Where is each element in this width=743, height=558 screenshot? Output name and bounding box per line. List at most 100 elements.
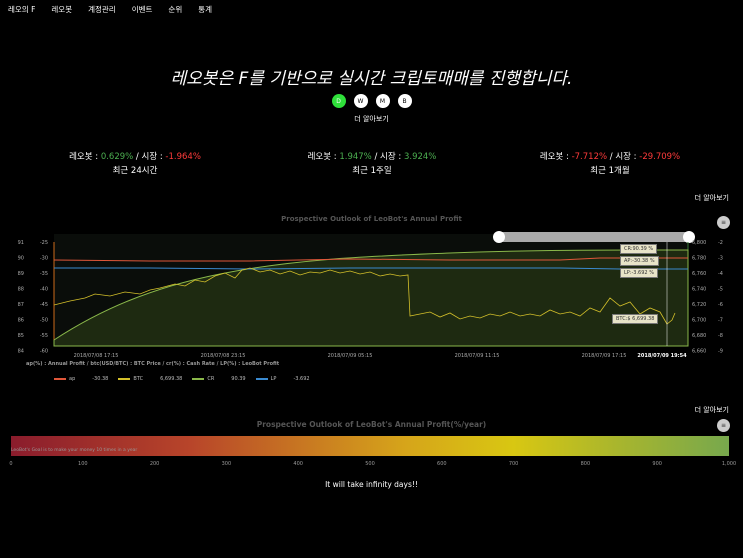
nav-item-4[interactable]: 순위 [160, 0, 190, 18]
y-axis-left2: -25 -30 -35 -40 -45 -50 -55 -60 [40, 240, 48, 355]
tick-label: -8 [718, 333, 723, 339]
more-link-top[interactable]: 더 알아보기 [0, 114, 743, 124]
tick-label: 88 [18, 287, 24, 293]
chart2-x-axis: 0 100 200 300 400 500 600 700 800 900 1,000 [0, 461, 743, 471]
legend-swatch [192, 378, 205, 380]
period-toggle-d[interactable]: D [331, 94, 346, 108]
legend-item-lp[interactable]: LP -3.692 [255, 376, 310, 382]
tick-label: 6,720 [692, 302, 706, 308]
period-toggle-w[interactable]: W [353, 94, 368, 108]
period-toggle-b[interactable]: B [397, 94, 412, 108]
x-tick-label: 900 [652, 461, 662, 467]
cursor-label: 2018/07/09 19:54 [637, 353, 687, 359]
y-axis-left1: 91 90 89 88 87 86 85 84 [18, 240, 24, 355]
x-tick-label: 800 [580, 461, 591, 467]
x-tick-label: 200 [149, 461, 160, 467]
nav-item-5[interactable]: 통계 [190, 0, 220, 18]
tick-label: -50 [40, 318, 48, 324]
tick-label: 6,800 [692, 240, 706, 246]
x-tick-label: 600 [437, 461, 447, 467]
tick-label: 85 [18, 333, 24, 339]
tick-label: -3 [718, 256, 723, 262]
bot-value: -7.712% [571, 152, 608, 162]
tick-label: 91 [18, 240, 24, 246]
tooltip-cr: CR:90.39 % [620, 244, 658, 254]
legend-value: -30.38 [92, 376, 109, 382]
x-tick-label: 2018/07/09 11:15 [455, 353, 500, 359]
tick-label: 6,660 [692, 349, 706, 355]
legend-swatch [255, 378, 268, 380]
market-value: 3.924% [403, 152, 437, 162]
tick-label: 6,780 [692, 256, 706, 262]
x-tick-label: 400 [293, 461, 303, 467]
zoom-range[interactable] [499, 232, 689, 242]
tick-label: 87 [18, 302, 24, 308]
bot-value: 1.947% [339, 152, 372, 162]
tick-label: 84 [18, 349, 24, 355]
period-label: 최근 1주일 [352, 166, 392, 176]
legend-name: LP [270, 376, 277, 382]
legend-name: ap [69, 376, 76, 382]
chart1-legend: ap -30.38 BTC 6,699.38 CR 90.39 LP -3.692 [54, 376, 310, 382]
tick-label: 6,760 [692, 271, 706, 277]
y-axis-right2: -2 -3 -4 -5 -6 -7 -8 -9 [718, 240, 723, 355]
zoom-handle-left[interactable] [493, 231, 505, 243]
page-headline: 레오봇은 F를 기반으로 실시간 크립토매매를 진행합니다. [170, 69, 573, 89]
legend-name: CR [207, 376, 215, 382]
nav-item-2[interactable]: 계정관리 [80, 0, 124, 18]
tick-label: -25 [40, 240, 48, 246]
x-tick-label: 1,000 [721, 461, 737, 467]
tooltip-lp: LP:-3.692 % [620, 268, 658, 278]
tooltip-btc: BTC:$ 6,699.38 [612, 314, 659, 324]
tick-label: 89 [18, 271, 24, 277]
tick-label: -5 [718, 287, 723, 293]
tooltip-ap: AP:-30.38 % [620, 256, 659, 266]
tick-label: -2 [718, 240, 723, 246]
tick-label: -40 [40, 287, 48, 293]
legend-name: BTC [133, 376, 144, 382]
x-tick-label: 700 [508, 461, 519, 467]
tick-label: -4 [718, 271, 723, 277]
more-link-chart1[interactable]: 더 알아보기 [695, 193, 729, 203]
x-tick-label: 2018/07/08 23:15 [201, 353, 246, 359]
y-axis-right1: 6,800 6,780 6,760 6,740 6,720 6,700 6,680 6,660 [692, 240, 706, 355]
tick-label: -30 [40, 256, 48, 262]
period-toggles: DWMB [0, 94, 743, 108]
goal-text: LeoBot's Goal is to make your money 10 t… [11, 448, 138, 453]
legend-value: 6,699.38 [160, 376, 183, 382]
nav-item-0[interactable]: 레오의 F [0, 0, 43, 18]
legend-value: 90.39 [231, 376, 246, 382]
tick-label: -45 [40, 302, 48, 308]
tick-label: -35 [40, 271, 48, 277]
tick-label: 6,740 [692, 287, 706, 293]
market-value: -1.964% [165, 152, 201, 162]
tick-label: -7 [718, 318, 723, 324]
legend-swatch [54, 378, 66, 380]
legend-item-cr[interactable]: CR 90.39 [192, 376, 246, 382]
x-tick-label: 500 [365, 461, 375, 467]
infinity-message: It will take infinity days!! [325, 480, 418, 489]
tick-label: -9 [718, 349, 723, 355]
tick-label: 6,700 [692, 318, 706, 324]
x-tick-label: 100 [78, 461, 88, 467]
download-icon[interactable]: ≡ [717, 419, 730, 432]
chart1-description: ap(%) : Annual Profit / btc(USD/BTC) : B… [26, 361, 280, 367]
x-tick-label: 2018/07/08 17:15 [74, 353, 119, 359]
tick-label: 86 [18, 318, 24, 324]
tick-label: 6,680 [692, 333, 706, 339]
tick-label: -6 [718, 302, 723, 308]
period-label: 최근 24시간 [112, 166, 158, 176]
stat-1w: 레오봇 : 1.947% / 시장 : 3.924% 최근 1주일 [257, 150, 487, 178]
stat-24h: 레오봇 : 0.629% / 시장 : -1.964% 최근 24시간 [20, 150, 250, 178]
x-tick-label: 0 [9, 461, 13, 467]
nav-item-1[interactable]: 레오봇 [43, 0, 80, 18]
legend-swatch [118, 378, 131, 380]
x-tick-label: 300 [221, 461, 232, 467]
legend-item-btc[interactable]: BTC 6,699.38 [118, 376, 182, 382]
more-link-chart2[interactable]: 더 알아보기 [695, 405, 729, 415]
tick-label: 90 [18, 256, 24, 262]
legend-value: -3.692 [293, 376, 310, 382]
nav-item-3[interactable]: 이벤트 [124, 0, 161, 18]
period-toggle-m[interactable]: M [375, 94, 390, 108]
legend-item-ap[interactable]: ap -30.38 [54, 376, 108, 382]
